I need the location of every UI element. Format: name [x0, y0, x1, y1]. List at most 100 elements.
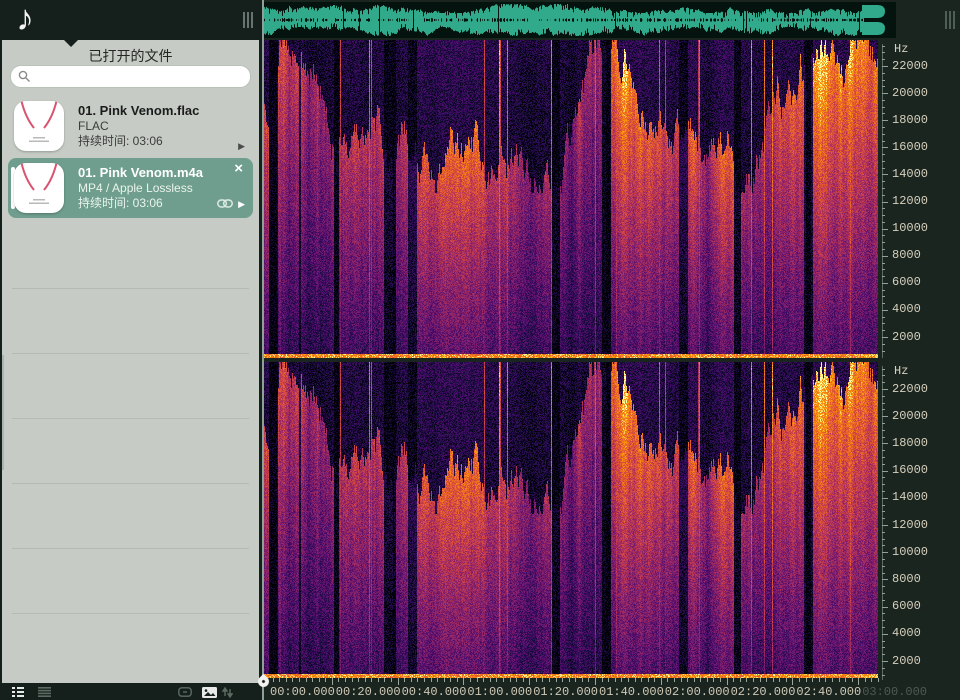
freq-tick-label: 18000: [892, 113, 928, 127]
freq-tick-label: 22000: [892, 382, 928, 396]
time-tick-label: 01:20.000: [533, 685, 598, 699]
waveform-overview[interactable]: [264, 2, 896, 38]
file-duration: 持续时间: 03:06: [78, 134, 253, 149]
axis-tick: [882, 141, 885, 142]
time-minor-tick: [352, 678, 353, 682]
sort-order-icon[interactable]: [222, 687, 233, 698]
time-minor-tick: [832, 678, 833, 682]
freq-tick-label: 8000: [892, 248, 921, 262]
time-minor-tick: [766, 678, 767, 682]
axis-tick: [882, 600, 885, 601]
detail-list-view-icon[interactable]: [12, 687, 24, 697]
spectrogram-m4a[interactable]: [264, 362, 878, 678]
file-list-item[interactable]: 01. Pink Venom.flacFLAC持续时间: 03:06▶: [8, 96, 253, 156]
axis-tick: [882, 484, 885, 485]
axis-tick: [882, 154, 885, 155]
axis-tick: [882, 86, 885, 87]
time-minor-tick: [694, 678, 695, 682]
axis-tick: [882, 59, 885, 60]
axis-tick: [882, 303, 885, 304]
axis-tick: [882, 423, 885, 424]
link-icon-wrap: [217, 195, 233, 213]
sidebar-toolbar: [0, 683, 262, 700]
time-tick-label: 02:00.000: [665, 685, 730, 699]
axis-tick: [882, 330, 885, 331]
axis-tick: [882, 491, 885, 492]
axis-tick: [882, 545, 885, 546]
time-minor-tick: [819, 678, 820, 682]
album-art: [14, 163, 64, 213]
time-minor-tick: [845, 678, 846, 682]
time-major-tick: [661, 678, 662, 685]
time-minor-tick: [865, 678, 866, 682]
search-icon: [18, 70, 31, 83]
time-major-tick: [332, 678, 333, 685]
time-minor-tick: [839, 678, 840, 682]
axis-tick: [882, 641, 885, 642]
axis-tick: [882, 120, 888, 121]
close-button[interactable]: ×: [234, 161, 243, 176]
time-minor-tick: [556, 678, 557, 682]
axis-tick: [882, 668, 885, 669]
album-art-graphic: [14, 101, 64, 151]
time-minor-tick: [713, 678, 714, 682]
time-minor-tick: [286, 678, 287, 682]
time-minor-tick: [371, 678, 372, 682]
play-icon[interactable]: ▶: [238, 141, 245, 151]
scrollbar[interactable]: [2, 355, 4, 470]
axis-tick: [882, 647, 885, 648]
link-files-icon[interactable]: [178, 687, 192, 697]
axis-tick: [882, 276, 885, 277]
time-axis: 00:00.00000:20.00000:40.00001:00.00001:2…: [264, 678, 960, 700]
file-title: 01. Pink Venom.m4a: [78, 165, 253, 181]
axis-tick: [882, 168, 885, 169]
time-minor-tick: [740, 678, 741, 682]
sidebar: ♪ 已打开的文件 01. Pink Venom.flacFLAC持续时间: 03…: [0, 0, 262, 700]
axis-tick: [882, 127, 885, 128]
axis-tick: [882, 518, 885, 519]
search-input[interactable]: [35, 67, 242, 86]
time-minor-tick: [648, 678, 649, 682]
time-minor-tick: [825, 678, 826, 682]
axis-tick: [882, 620, 885, 621]
time-minor-tick: [588, 678, 589, 682]
time-major-tick: [595, 678, 596, 685]
sidebar-grip-icon[interactable]: [243, 12, 253, 28]
axis-tick: [882, 337, 888, 338]
axis-tick: [882, 344, 885, 345]
axis-tick: [882, 464, 885, 465]
compact-list-view-icon[interactable]: [38, 687, 51, 697]
time-tick-label: 01:00.000: [467, 685, 532, 699]
freq-tick-label: 6000: [892, 599, 921, 613]
file-format: MP4 / Apple Lossless: [78, 181, 253, 196]
freq-tick-label: 10000: [892, 545, 928, 559]
axis-tick: [882, 174, 888, 175]
axis-tick: [882, 215, 885, 216]
time-minor-tick: [852, 678, 853, 682]
axis-tick: [882, 222, 885, 223]
time-minor-tick: [786, 678, 787, 682]
album-art: [14, 101, 64, 151]
freq-tick-label: 14000: [892, 490, 928, 504]
file-list-item[interactable]: 01. Pink Venom.m4aMP4 / Apple Lossless持续…: [8, 158, 253, 218]
time-minor-tick: [549, 678, 550, 682]
freq-tick-label: 4000: [892, 626, 921, 640]
play-icon[interactable]: ▶: [238, 199, 245, 209]
spectrogram-image-icon[interactable]: [202, 687, 217, 698]
time-major-tick: [858, 678, 859, 685]
time-minor-tick: [615, 678, 616, 682]
time-major-tick: [792, 678, 793, 685]
freq-tick-label: 10000: [892, 221, 928, 235]
time-minor-tick: [621, 678, 622, 682]
time-minor-tick: [536, 678, 537, 682]
spectrogram-flac[interactable]: [264, 40, 878, 358]
time-minor-tick: [299, 678, 300, 682]
search-box[interactable]: [10, 65, 251, 88]
time-minor-tick: [523, 678, 524, 682]
row-separator: [12, 353, 249, 354]
axis-tick: [882, 181, 885, 182]
window-grip-icon[interactable]: [945, 11, 955, 29]
time-minor-tick: [411, 678, 412, 682]
axis-tick: [882, 93, 888, 94]
time-minor-tick: [773, 678, 774, 682]
